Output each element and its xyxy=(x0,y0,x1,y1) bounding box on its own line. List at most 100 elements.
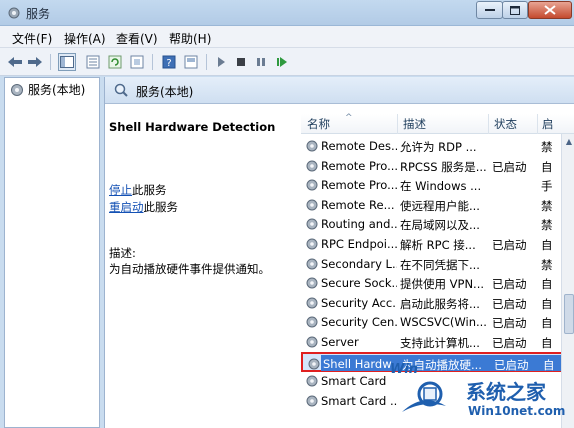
menu-bar: 文件(F) 操作(A) 查看(V) 帮助(H) xyxy=(0,26,574,48)
service-name: Server xyxy=(321,335,359,349)
close-icon xyxy=(544,5,556,15)
service-description: 允许为 RDP ... xyxy=(400,140,477,154)
restart-action-line: 重启动此服务 xyxy=(109,199,178,215)
service-detail-pane: Shell Hardware Detection 停止此服务 重启动此服务 描述… xyxy=(105,104,301,428)
table-row[interactable]: RPC Endpoi... 解析 RPC 接... 已启动自 xyxy=(301,234,574,254)
sort-ascending-icon: ^ xyxy=(345,113,353,123)
scrollbar-thumb[interactable] xyxy=(564,294,574,334)
panel-header: 服务(本地) xyxy=(105,77,574,104)
service-name: Smart Card xyxy=(321,374,387,389)
service-name: Remote Pro... xyxy=(321,158,397,173)
service-description: 提供使用 VPN... xyxy=(400,277,485,292)
refresh-button[interactable] xyxy=(106,53,124,71)
play-icon xyxy=(218,57,225,67)
table-row[interactable]: Security Cen... WSCSVC(Win... 已启动自 xyxy=(301,312,574,332)
properties-pane-button[interactable] xyxy=(84,53,102,71)
column-divider[interactable] xyxy=(537,114,538,134)
service-title: Shell Hardware Detection xyxy=(109,120,276,134)
restart-icon xyxy=(277,57,287,67)
help-button[interactable]: ? xyxy=(160,53,178,71)
restart-service-button[interactable] xyxy=(273,53,291,71)
minimize-button[interactable] xyxy=(476,1,503,19)
menu-help[interactable]: 帮助(H) xyxy=(169,30,211,47)
column-header-description[interactable]: 描述 xyxy=(403,116,426,132)
column-divider[interactable] xyxy=(488,114,489,134)
snapin-button[interactable] xyxy=(182,53,200,71)
service-startup-type: 禁 xyxy=(541,198,553,213)
column-header-name[interactable]: 名称 xyxy=(307,116,330,132)
close-button[interactable] xyxy=(528,1,572,19)
service-name: Routing and... xyxy=(321,217,397,232)
service-status: 已启动 xyxy=(492,296,527,311)
search-magnifier-icon xyxy=(114,83,128,97)
export-list-button[interactable] xyxy=(128,53,146,71)
service-name: Remote Des... xyxy=(321,139,397,153)
forward-button[interactable] xyxy=(26,53,44,71)
tree-item-services-local[interactable]: 服务(本地) xyxy=(9,81,85,98)
toolbar-separator xyxy=(206,54,207,70)
export-icon xyxy=(130,55,144,69)
start-service-button[interactable] xyxy=(212,53,230,71)
scroll-up-arrow-icon[interactable]: ▲ xyxy=(563,136,574,148)
pause-service-button[interactable] xyxy=(252,53,270,71)
menu-view[interactable]: 查看(V) xyxy=(116,30,158,47)
column-header-startup[interactable]: 启 xyxy=(542,116,554,132)
table-row[interactable]: Remote Re... 使远程用户能... 禁 xyxy=(301,195,574,215)
back-arrow-icon xyxy=(8,57,22,67)
service-startup-type: 禁 xyxy=(541,257,553,272)
toolbar: ? xyxy=(0,48,574,76)
back-button[interactable] xyxy=(6,53,24,71)
panel-title: 服务(本地) xyxy=(136,85,194,99)
service-gear-icon xyxy=(306,336,318,348)
table-row[interactable]: Remote Pro... 在 Windows ... 手 xyxy=(301,175,574,195)
menu-file[interactable]: 文件(F) xyxy=(12,30,52,47)
watermark-url: Win10net.com xyxy=(468,404,566,418)
service-status: 已启动 xyxy=(492,336,527,350)
service-name: Secure Sock... xyxy=(321,276,397,291)
column-header-status[interactable]: 状态 xyxy=(494,116,517,132)
service-status: 已启动 xyxy=(492,316,527,331)
pause-icon xyxy=(257,58,265,66)
service-gear-icon xyxy=(306,277,318,289)
watermark-logo-icon xyxy=(402,381,446,412)
service-startup-type: 自 xyxy=(541,159,553,174)
stop-service-button[interactable] xyxy=(232,53,250,71)
service-gear-icon xyxy=(308,358,320,370)
service-name: Security Cen... xyxy=(321,315,397,330)
column-divider[interactable] xyxy=(397,114,398,134)
help-icon: ? xyxy=(162,55,176,69)
window-title: 服务 xyxy=(26,7,51,21)
table-row[interactable]: Secondary L... 在不同凭据下... 禁 xyxy=(301,254,574,274)
service-description: 支持此计算机... xyxy=(400,336,480,350)
show-tree-button[interactable] xyxy=(58,53,76,71)
service-name: Security Acc... xyxy=(321,295,397,310)
service-gear-icon xyxy=(306,375,318,387)
service-startup-type: 禁 xyxy=(541,140,553,154)
service-gear-icon xyxy=(306,395,318,407)
service-description: 在局域网以及... xyxy=(400,218,480,233)
services-gear-icon xyxy=(11,83,23,96)
service-description: 在不同凭据下... xyxy=(400,257,480,272)
table-row[interactable]: Remote Pro... RPCSS 服务是... 已启动自 xyxy=(301,156,574,176)
service-status: 已启动 xyxy=(492,159,527,174)
watermark-title: 系统之家 xyxy=(466,380,546,404)
table-row[interactable]: Remote Des... 允许为 RDP ... 禁 xyxy=(301,136,574,156)
table-row[interactable]: Server 支持此计算机... 已启动自 xyxy=(301,332,574,352)
minimize-icon xyxy=(484,9,495,11)
title-bar: 服务 xyxy=(0,0,574,26)
stop-service-link[interactable]: 停止 xyxy=(109,183,132,197)
service-gear-icon xyxy=(306,316,318,328)
service-startup-type: 禁 xyxy=(541,218,553,233)
table-row[interactable]: Security Acc... 启动此服务将... 已启动自 xyxy=(301,293,574,313)
maximize-button[interactable] xyxy=(502,1,528,19)
service-description: 解析 RPC 接... xyxy=(400,238,476,252)
table-row[interactable]: Secure Sock... 提供使用 VPN... 已启动自 xyxy=(301,273,574,293)
menu-action[interactable]: 操作(A) xyxy=(64,30,106,47)
restart-service-link[interactable]: 重启动 xyxy=(109,200,144,214)
service-name: Secondary L... xyxy=(321,256,397,271)
services-gear-icon xyxy=(8,7,20,19)
service-startup-type: 自 xyxy=(541,296,553,311)
service-description: 使远程用户能... xyxy=(400,198,480,213)
table-row[interactable]: Routing and... 在局域网以及... 禁 xyxy=(301,214,574,234)
service-startup-type: 手 xyxy=(541,179,553,194)
